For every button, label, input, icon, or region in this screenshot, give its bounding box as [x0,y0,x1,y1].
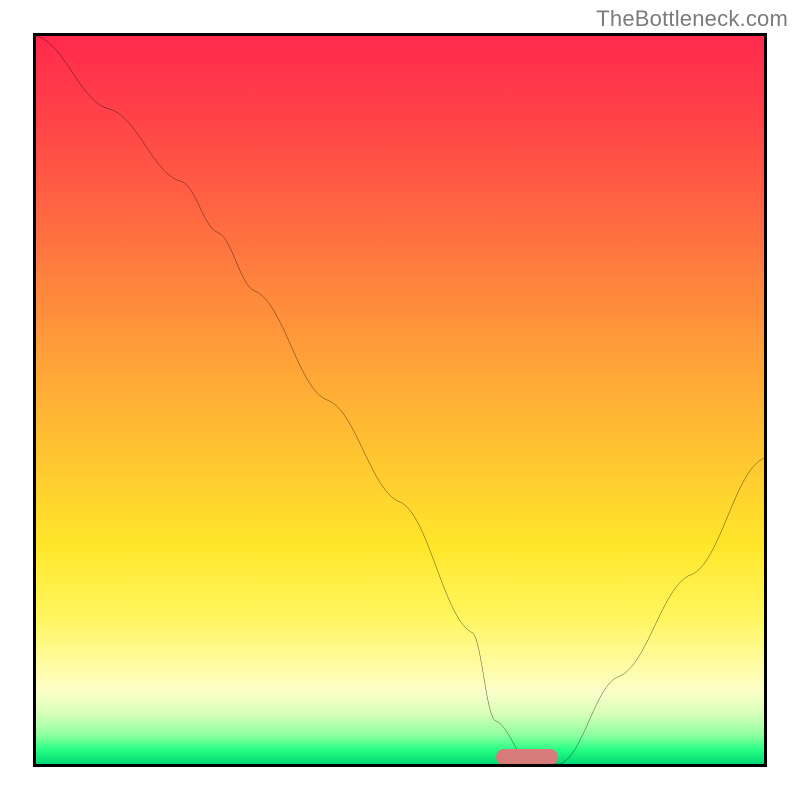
bottleneck-curve [36,36,764,764]
curve-path [36,36,764,764]
plot-area [33,33,767,767]
optimal-zone-marker [496,749,558,765]
watermark-text: TheBottleneck.com [596,6,788,32]
